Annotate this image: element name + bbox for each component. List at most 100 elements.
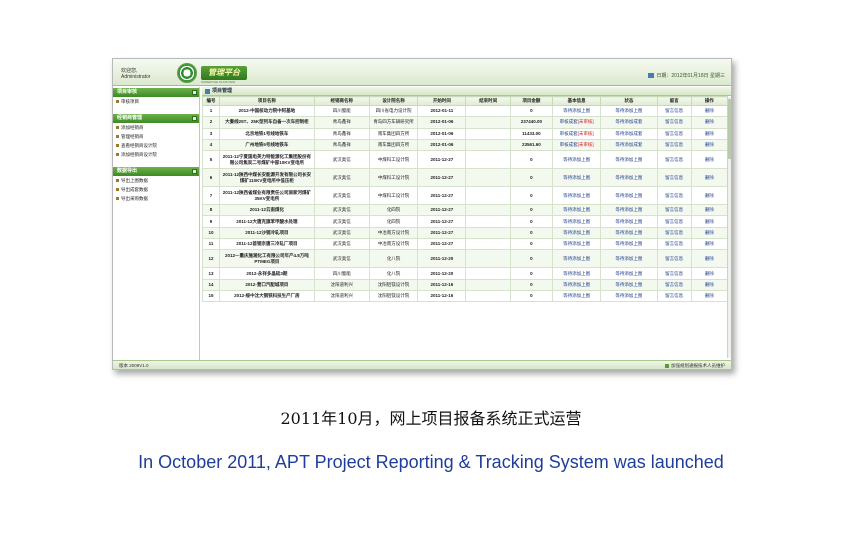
column-header[interactable]: 留言 (656, 96, 692, 106)
message-link[interactable]: 留言信息 (665, 230, 683, 235)
column-header[interactable]: 经销商名称 (313, 96, 370, 106)
status-link[interactable]: 等待添加上图 (615, 108, 642, 113)
delete-link[interactable]: 删除 (705, 282, 714, 287)
message-link[interactable]: 留言信息 (665, 241, 683, 246)
delete-link[interactable]: 删除 (705, 131, 714, 136)
message-link[interactable]: 留言信息 (665, 175, 683, 180)
column-header[interactable]: 项目名称 (219, 96, 315, 106)
message-link[interactable]: 留言信息 (665, 131, 683, 136)
basic-info-link[interactable]: 等待添加上图 (563, 230, 590, 235)
institute-name: 南车集团四方所 (377, 130, 410, 136)
basic-info-link[interactable]: 等待添加上图 (563, 219, 590, 224)
basic-info-link[interactable]: 等待添加上图 (563, 271, 590, 276)
delete-link[interactable]: 删除 (705, 119, 714, 124)
status-link[interactable]: 等待添加成套 (615, 131, 642, 136)
delete-link[interactable]: 删除 (705, 241, 714, 246)
message-link[interactable]: 留言信息 (665, 108, 683, 113)
basic-info-link[interactable]: 等待添加上图 (563, 108, 590, 113)
message-link[interactable]: 留言信息 (665, 282, 683, 287)
sidebar-item[interactable]: 查看经销商设计院 (113, 141, 199, 150)
basic-info-link[interactable]: 等待添加上图 (563, 193, 590, 198)
delete-link[interactable]: 删除 (705, 230, 714, 235)
start-date: 2011-12-27 (430, 192, 454, 198)
delete-link[interactable]: 删除 (705, 207, 714, 212)
delete-link[interactable]: 删除 (705, 293, 714, 298)
basic-info-link[interactable]: 审核成套 (560, 119, 578, 124)
basic-info-link[interactable]: 审核成套 (560, 131, 578, 136)
column-header[interactable]: 状态 (600, 96, 658, 106)
project-name: 2011-12陕西省煤业有限责任公司涧家河煤矿35KV变电所 (222, 189, 311, 201)
delete-link[interactable]: 删除 (705, 108, 714, 113)
column-header[interactable]: 操作 (690, 96, 729, 106)
collapse-icon[interactable] (192, 116, 197, 121)
delete-link[interactable]: 删除 (705, 256, 714, 261)
delete-link[interactable]: 删除 (705, 271, 714, 276)
scrollbar-thumb[interactable] (728, 99, 731, 159)
basic-info-link[interactable]: 等待添加上图 (563, 256, 590, 261)
sidebar-item[interactable]: 审核项目 (113, 97, 199, 106)
delete-link[interactable]: 删除 (705, 219, 714, 224)
sidebar-item[interactable]: 导出上图数据 (113, 176, 199, 185)
message-link[interactable]: 留言信息 (665, 219, 683, 224)
delete-link[interactable]: 删除 (705, 175, 714, 180)
status-link[interactable]: 等待添加上图 (615, 157, 642, 162)
project-amount: 0 (530, 218, 533, 224)
message-link[interactable]: 留言信息 (665, 157, 683, 162)
delete-link[interactable]: 删除 (705, 142, 714, 147)
status-link[interactable]: 等待添加上图 (615, 241, 642, 246)
dealer-name: 四川蜀能 (332, 108, 351, 114)
sidebar-item[interactable]: 导出成套数据 (113, 185, 199, 194)
sidebar-group-header[interactable]: 项目审核 (113, 88, 199, 97)
status-link[interactable]: 等待添加成套 (615, 142, 642, 147)
project-amount: 0 (530, 108, 533, 114)
basic-info-link[interactable]: 等待添加上图 (563, 282, 590, 287)
message-link[interactable]: 留言信息 (665, 119, 683, 124)
message-link[interactable]: 留言信息 (665, 293, 683, 298)
sidebar-group-header[interactable]: 经销商管理 (113, 114, 199, 123)
column-header[interactable]: 项目金额 (509, 96, 553, 106)
message-link[interactable]: 留言信息 (665, 256, 683, 261)
column-header[interactable]: 结束时间 (465, 96, 511, 106)
message-link[interactable]: 留言信息 (665, 271, 683, 276)
vertical-scrollbar[interactable] (727, 97, 731, 358)
status-link[interactable]: 等待添加上图 (615, 282, 642, 287)
column-header[interactable]: 基本信息 (551, 96, 602, 106)
header-date: 日期：2012年01月18日 星期三 (648, 72, 725, 79)
basic-info-link[interactable]: 等待添加上图 (563, 293, 590, 298)
basic-info-link[interactable]: 等待添加上图 (563, 241, 590, 246)
delete-link[interactable]: 删除 (705, 193, 714, 198)
status-link[interactable]: 等待添加上图 (615, 207, 642, 212)
message-link[interactable]: 留言信息 (665, 207, 683, 212)
delete-link[interactable]: 删除 (705, 157, 714, 162)
sidebar-item[interactable]: 导出采购数据 (113, 194, 199, 203)
message-link[interactable]: 留言信息 (665, 142, 683, 147)
column-header[interactable]: 设计院名称 (368, 96, 419, 106)
sidebar-item[interactable]: 管理经销商 (113, 132, 199, 141)
status-link[interactable]: 等待添加上图 (615, 193, 642, 198)
welcome-text: 欢迎您, Administrator (121, 68, 150, 80)
basic-info-link[interactable]: 审核成套 (560, 142, 578, 147)
status-link[interactable]: 等待添加成套 (615, 119, 642, 124)
project-amount: 23561.60 (521, 142, 541, 148)
basic-info-link[interactable]: 等待添加上图 (563, 207, 590, 212)
collapse-icon[interactable] (192, 169, 197, 174)
project-name: 北京地铁1号线地铁车 (245, 130, 289, 136)
sidebar-item[interactable]: 添加经销商 (113, 123, 199, 132)
status-link[interactable]: 等待添加上图 (615, 230, 642, 235)
project-name: 2012-中国核动力院中阿基地 (238, 108, 296, 114)
status-link[interactable]: 等待添加上图 (615, 293, 642, 298)
message-link[interactable]: 留言信息 (665, 193, 683, 198)
sidebar-item[interactable]: 添加经销商设计院 (113, 150, 199, 159)
status-link[interactable]: 等待添加上图 (615, 256, 642, 261)
project-amount: 0 (530, 156, 533, 162)
basic-info-link[interactable]: 等待添加上图 (563, 157, 590, 162)
status-link[interactable]: 等待添加上图 (615, 271, 642, 276)
column-header[interactable]: 编号 (201, 96, 221, 106)
column-header[interactable]: 开始时间 (417, 96, 467, 106)
collapse-icon[interactable] (192, 90, 197, 95)
basic-info-link[interactable]: 等待添加上图 (563, 175, 590, 180)
status-link[interactable]: 等待添加上图 (615, 219, 642, 224)
project-amount: 0 (530, 174, 533, 180)
sidebar-group-header[interactable]: 数据导出 (113, 167, 199, 176)
status-link[interactable]: 等待添加上图 (615, 175, 642, 180)
